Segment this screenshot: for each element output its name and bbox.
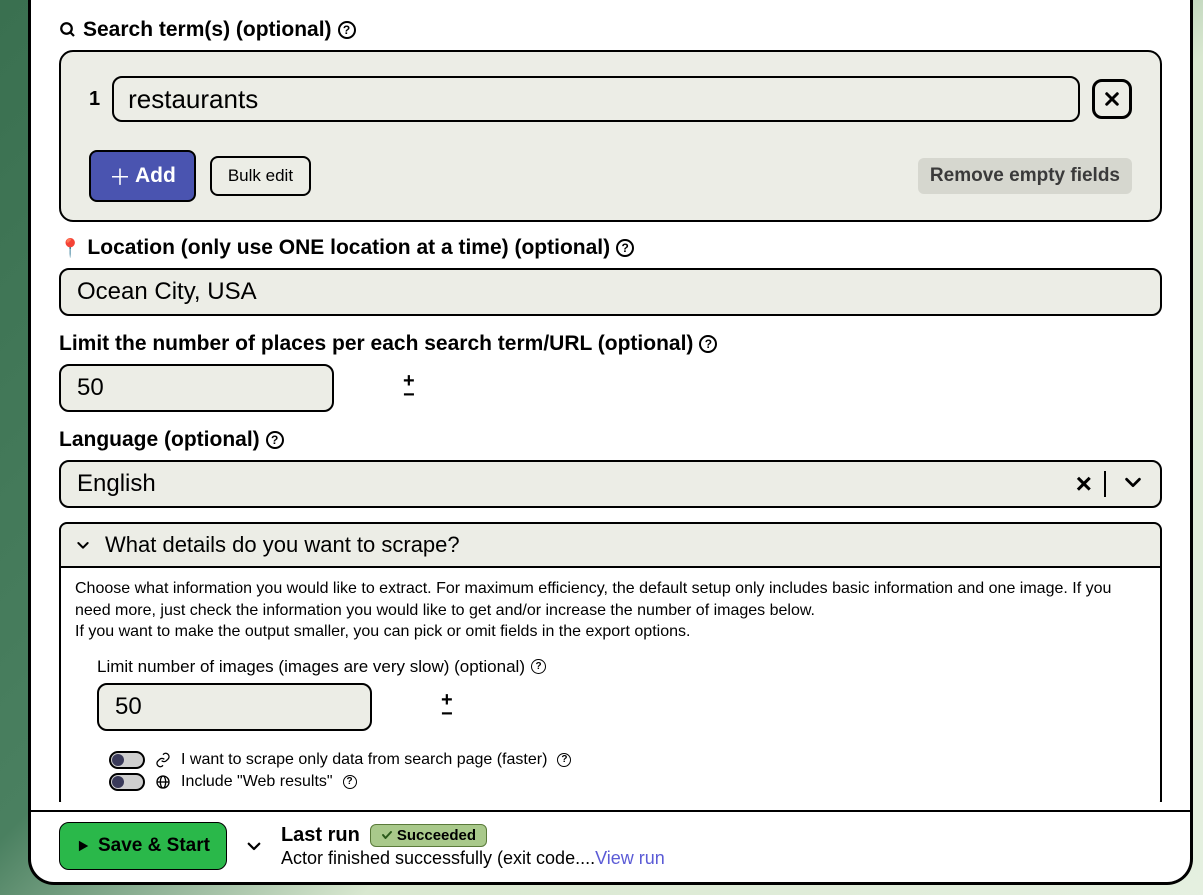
decrement-button[interactable]: − (403, 388, 415, 402)
search-term-row: 1 (89, 76, 1132, 122)
include-web-results-toggle[interactable] (109, 773, 145, 791)
search-terms-box: 1 ＋ Add Bulk edit Remove empty fields (59, 50, 1162, 222)
limit-input[interactable] (61, 366, 403, 410)
add-term-button[interactable]: ＋ Add (89, 150, 196, 202)
limit-label: Limit the number of places per each sear… (59, 332, 1162, 356)
play-icon (76, 839, 90, 853)
check-icon (381, 829, 393, 841)
scrape-search-only-toggle[interactable] (109, 751, 145, 769)
view-run-link[interactable]: View run (595, 848, 665, 868)
footer: Save & Start Last run Succeeded Actor fi… (31, 810, 1190, 882)
globe-icon (155, 774, 171, 790)
bulk-edit-button[interactable]: Bulk edit (210, 156, 311, 196)
images-limit-input[interactable] (99, 685, 441, 729)
status-badge: Succeeded (370, 824, 487, 847)
help-icon[interactable]: ? (557, 753, 571, 767)
last-run-info: Last run Succeeded Actor finished succes… (281, 824, 665, 869)
help-icon[interactable]: ? (338, 21, 356, 39)
remove-empty-button[interactable]: Remove empty fields (918, 158, 1132, 194)
chevron-down-icon (75, 537, 91, 553)
help-icon[interactable]: ? (266, 431, 284, 449)
location-input[interactable] (59, 268, 1162, 316)
config-panel: Search term(s) (optional) ? 1 ＋ Add Bulk… (28, 0, 1193, 885)
help-icon[interactable]: ? (531, 659, 546, 674)
pin-icon: 📍 (59, 238, 81, 259)
location-label: 📍 Location (only use ONE location at a t… (59, 236, 1162, 260)
details-section: What details do you want to scrape? Choo… (59, 522, 1162, 802)
search-terms-label: Search term(s) (optional) ? (59, 18, 1162, 42)
help-icon[interactable]: ? (699, 335, 717, 353)
language-label: Language (optional) ? (59, 428, 1162, 452)
language-select[interactable]: English × (59, 460, 1162, 508)
decrement-button[interactable]: − (441, 707, 453, 721)
chevron-down-icon[interactable] (245, 837, 263, 855)
scrape-search-only-row: I want to scrape only data from search p… (109, 751, 1146, 769)
remove-term-button[interactable] (1092, 79, 1132, 119)
last-run-message: Actor finished successfully (exit code..… (281, 848, 595, 868)
details-header[interactable]: What details do you want to scrape? (61, 524, 1160, 568)
link-icon (155, 752, 171, 768)
help-icon[interactable]: ? (343, 775, 357, 789)
include-web-results-row: Include "Web results" ? (109, 773, 1146, 791)
search-term-input[interactable] (112, 76, 1080, 122)
close-icon (1103, 90, 1121, 108)
limit-stepper: + − (59, 364, 334, 412)
help-icon[interactable]: ? (616, 239, 634, 257)
chevron-down-icon[interactable] (1106, 471, 1160, 498)
search-icon (59, 21, 77, 39)
details-description: Choose what information you would like t… (75, 578, 1146, 643)
save-start-button[interactable]: Save & Start (59, 822, 227, 870)
term-index: 1 (89, 88, 100, 111)
plus-icon: ＋ (109, 160, 131, 192)
images-limit-stepper: + − (97, 683, 372, 731)
clear-language-button[interactable]: × (1064, 468, 1104, 500)
images-limit-label: Limit number of images (images are very … (97, 657, 1146, 677)
